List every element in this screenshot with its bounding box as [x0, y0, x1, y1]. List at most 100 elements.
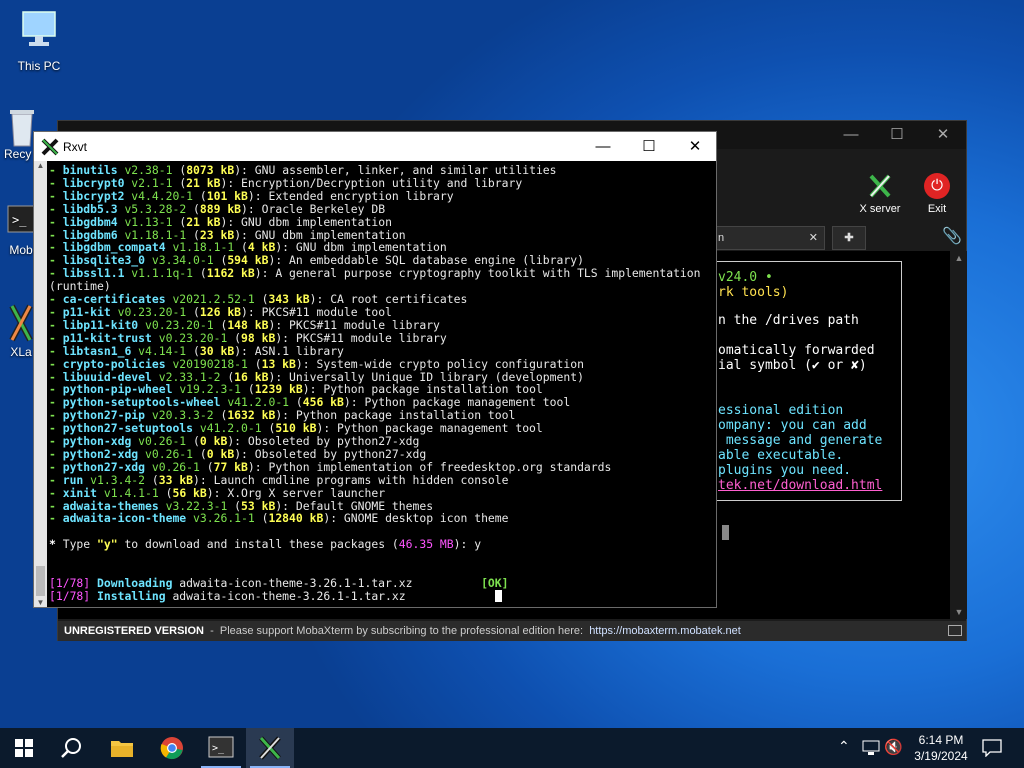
monitor-icon[interactable]	[948, 625, 962, 636]
package-version: v4.14-1	[138, 343, 194, 358]
scroll-down-icon[interactable]: ▼	[951, 607, 967, 617]
desktop-icon-mobaxterm[interactable]: >_ Mob	[6, 204, 36, 257]
punct: (	[193, 434, 200, 449]
progress-file: adwaita-icon-theme-3.26.1-1.tar.xz	[172, 576, 482, 590]
new-tab-button[interactable]: ✚	[832, 226, 866, 250]
bullet: -	[49, 253, 63, 268]
start-button[interactable]	[0, 728, 48, 768]
package-size: 343 kB	[268, 292, 310, 307]
package-desc: ): PKCS#11 module library	[268, 317, 440, 332]
package-size: 53 kB	[241, 498, 276, 513]
package-desc: ): GNU dbm implementation	[234, 227, 406, 242]
bullet: -	[49, 292, 63, 307]
scroll-up-icon[interactable]: ▲	[34, 161, 47, 170]
punct: (	[199, 266, 207, 281]
network-icon[interactable]	[862, 740, 880, 756]
xserver-taskbar-button[interactable]	[246, 728, 294, 768]
package-size: 456 kB	[302, 395, 344, 410]
x-logo-icon	[9, 304, 33, 342]
file-explorer-button[interactable]	[98, 728, 146, 768]
clock[interactable]: 6:14 PM 3/19/2024	[898, 732, 984, 764]
package-name: p11-kit	[62, 304, 118, 319]
package-version: v41.2.0-1	[199, 421, 269, 436]
package-line: - adwaita-icon-theme v3.26.1-1 (12840 kB…	[49, 512, 716, 525]
package-version: v0.23.20-1	[145, 317, 221, 332]
minimize-button[interactable]: —	[828, 121, 874, 149]
close-button[interactable]: ✕	[920, 121, 966, 149]
package-version: v3.34.0-1	[151, 253, 221, 268]
desktop-icon-this-pc[interactable]: This PC	[14, 10, 64, 73]
taskbar: >_ ⌃ 🔇 6:14 PM 3/19/2024	[0, 728, 1024, 768]
attach-icon[interactable]: 📎	[942, 226, 962, 246]
desktop-icon-xlaunch[interactable]: XLa	[6, 300, 36, 359]
exit-button[interactable]: ⏻ Exit	[922, 173, 952, 215]
package-size: 148 kB	[227, 317, 269, 332]
package-name: python-setuptools-wheel	[62, 395, 228, 410]
package-size: 126 kB	[199, 304, 242, 319]
punct: (	[247, 382, 255, 397]
package-size: 21 kB	[186, 175, 221, 190]
notification-icon[interactable]	[982, 739, 1002, 757]
session-tab[interactable]: n ✕	[713, 226, 825, 250]
package-size: 30 kB	[199, 343, 235, 358]
scroll-down-icon[interactable]: ▼	[34, 598, 47, 607]
package-name: libssl1.1	[62, 266, 132, 281]
package-name: libdb5.3	[62, 201, 125, 216]
punct: (	[295, 395, 303, 410]
svg-text:>_: >_	[212, 743, 225, 754]
maximize-button[interactable]: ☐	[626, 132, 672, 161]
x-server-button[interactable]: X server	[854, 173, 906, 215]
package-line: - libssl1.1 v1.1.1q-1 (1162 kB): A gener…	[49, 267, 716, 280]
svg-text:>_: >_	[12, 213, 27, 227]
package-size: 1239 kB	[254, 382, 303, 397]
punct: (	[241, 240, 248, 255]
close-button[interactable]: ✕	[672, 132, 718, 161]
chrome-icon	[160, 737, 183, 760]
bullet: -	[49, 485, 63, 500]
status-text: - Please support MobaXterm by subscribin…	[203, 625, 590, 637]
package-desc: ): PKCS#11 module library	[275, 330, 447, 345]
package-desc: ): Oracle Berkeley DB	[241, 201, 386, 216]
punct: (	[234, 330, 242, 345]
rxvt-titlebar: Rxvt — ☐ ✕	[34, 132, 716, 161]
package-version: v19.2.3-1	[179, 382, 248, 397]
package-version: v1.1.1q-1	[131, 266, 200, 281]
package-desc: ): Extended encryption library	[247, 188, 454, 203]
bullet: -	[49, 330, 63, 345]
package-desc: ): GNU dbm implementation	[275, 240, 447, 255]
package-size: 33 kB	[158, 472, 194, 487]
package-version: v0.23.20-1	[158, 330, 235, 345]
close-tab-icon[interactable]: ✕	[809, 227, 818, 249]
punct: (	[206, 459, 214, 474]
rxvt-scrollbar[interactable]: ▲ ▼	[34, 161, 47, 607]
scroll-thumb[interactable]	[36, 566, 45, 596]
folder-icon	[111, 741, 133, 757]
mobaxterm-taskbar-button[interactable]: >_	[197, 728, 245, 768]
terminal-scrollbar[interactable]: ▲ ▼	[951, 251, 967, 619]
package-desc: ): Default GNOME themes	[275, 498, 434, 513]
status-link[interactable]: https://mobaxterm.mobatek.net	[589, 625, 741, 637]
package-version: v3.22.3-1	[165, 498, 235, 513]
package-size: 594 kB	[227, 253, 269, 268]
bullet: -	[49, 304, 63, 319]
prompt-text: to download and install these packages (	[117, 537, 399, 552]
welcome-line: rk tools)	[718, 285, 789, 300]
package-version: v4.4.20-1	[131, 188, 200, 203]
package-desc: ): CA root certificates	[309, 292, 468, 307]
package-size: 98 kB	[241, 330, 276, 345]
show-hidden-icons-button[interactable]: ⌃	[838, 738, 850, 755]
progress-count: [1/78]	[49, 576, 91, 590]
scroll-up-icon[interactable]: ▲	[951, 253, 967, 263]
progress-verb: Installing	[97, 588, 166, 603]
prompt-text: Type	[55, 537, 98, 552]
rxvt-terminal-output[interactable]: - binutils v2.38-1 (8073 kB): GNU assemb…	[49, 164, 716, 606]
minimize-button[interactable]: —	[580, 132, 626, 161]
maximize-button[interactable]: ☐	[874, 121, 920, 149]
search-button[interactable]	[48, 728, 96, 768]
punct: (	[193, 227, 200, 242]
package-size: 12840 kB	[268, 511, 324, 526]
chrome-button[interactable]	[148, 728, 196, 768]
x-server-label: X server	[859, 203, 901, 215]
desktop-label: Mob	[9, 243, 33, 257]
